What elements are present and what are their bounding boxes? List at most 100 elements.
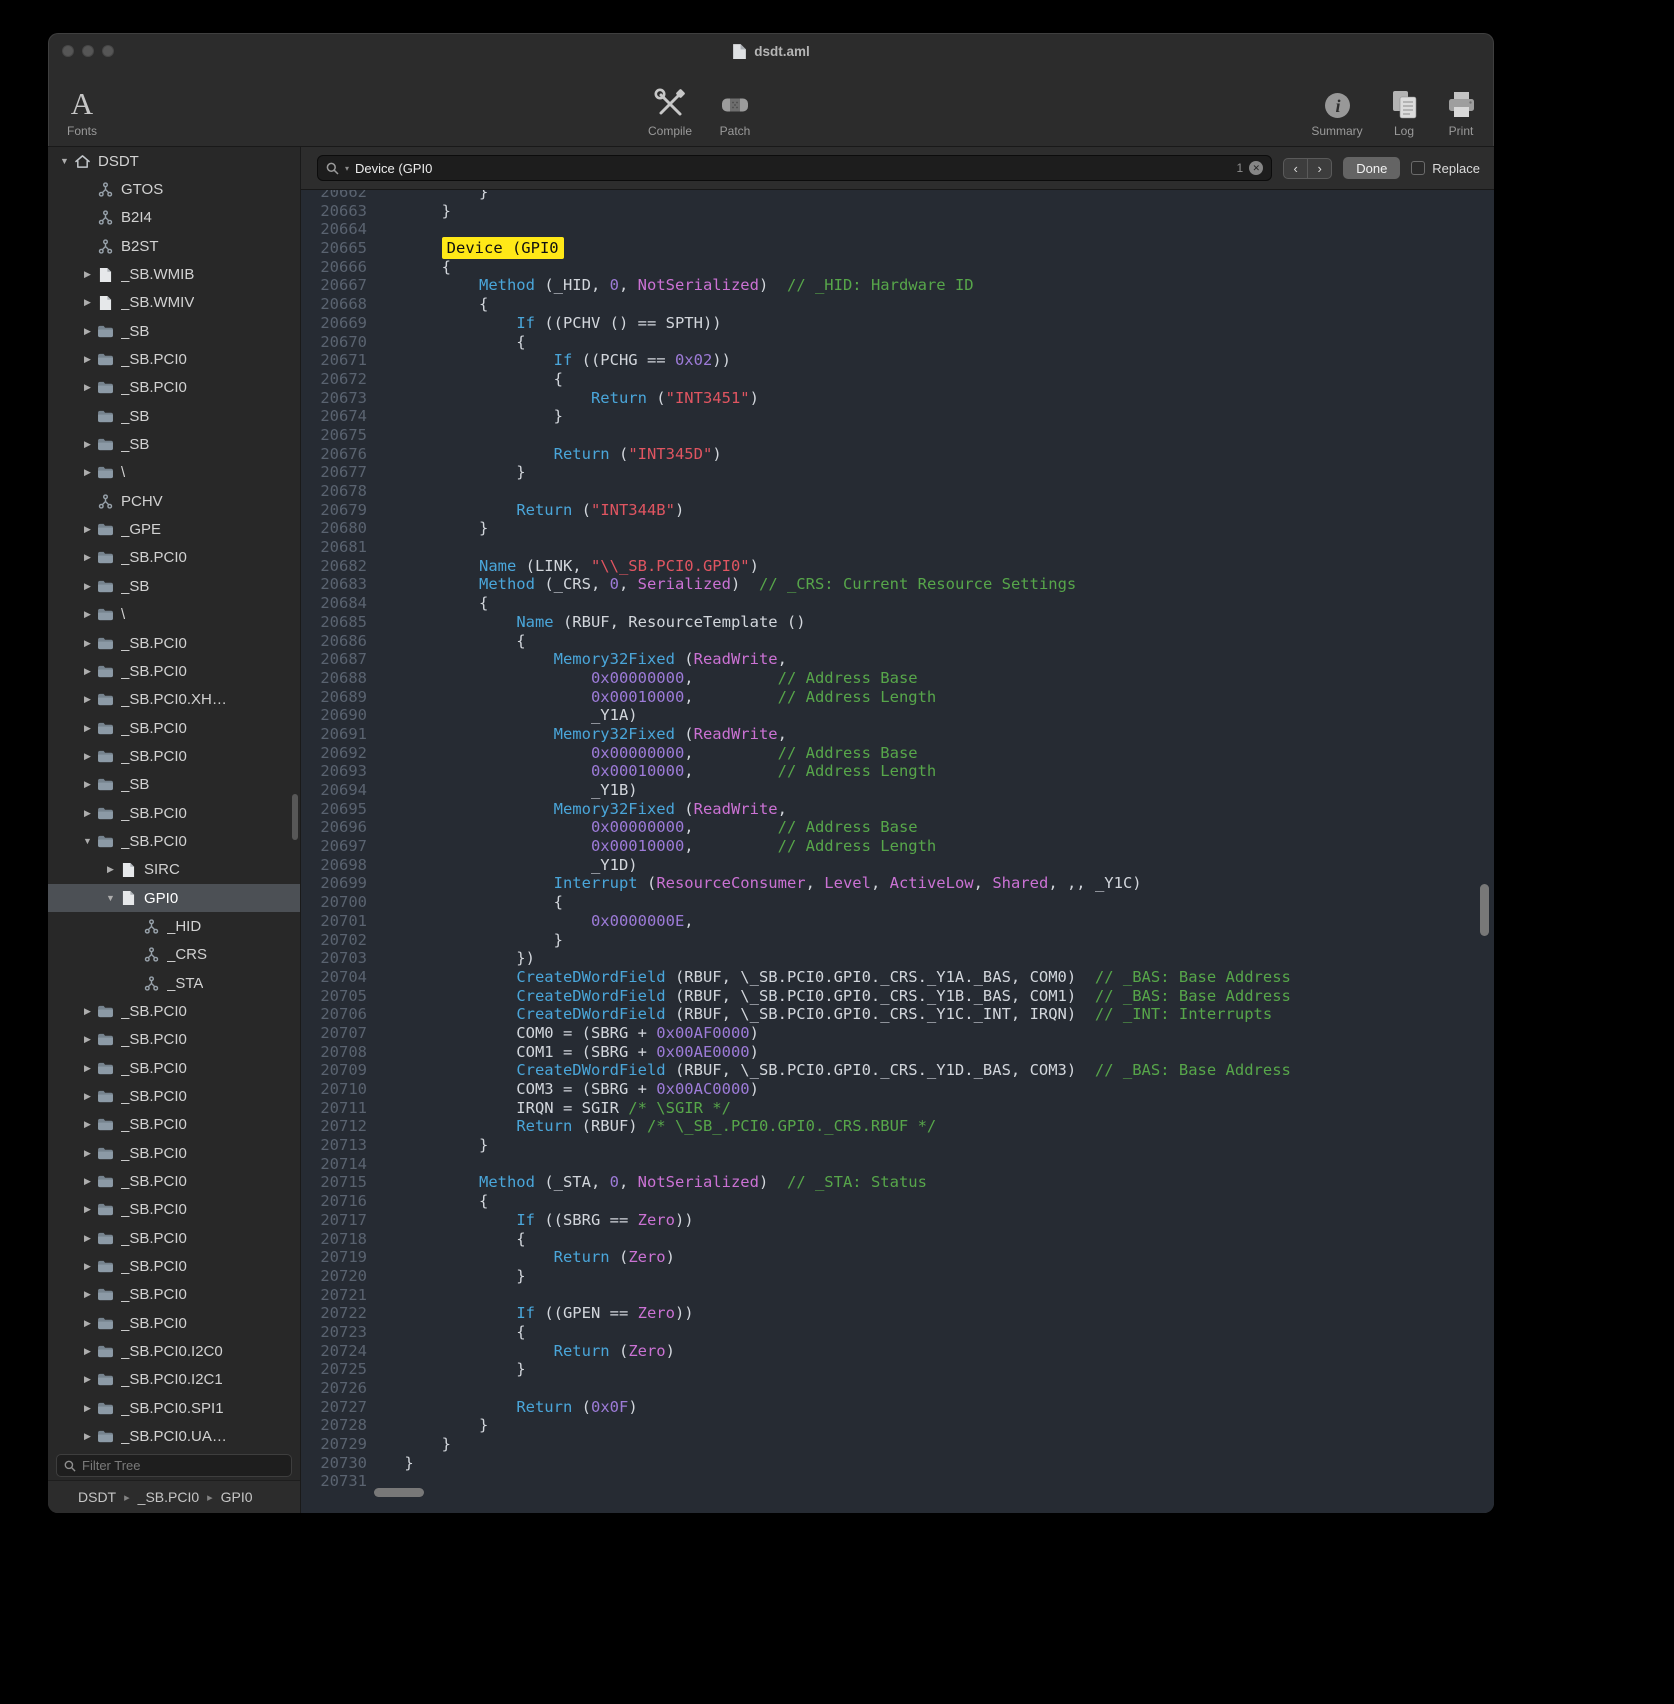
disclosure-closed-icon[interactable]: ▶	[80, 1318, 95, 1329]
tree-item[interactable]: ▶_SB.PCI0.XH…	[48, 686, 300, 714]
tree-item[interactable]: ▶_SB.PCI0	[48, 799, 300, 827]
disclosure-closed-icon[interactable]: ▶	[80, 467, 95, 478]
tree-item[interactable]: ▶_SB.PCI0	[48, 742, 300, 770]
disclosure-closed-icon[interactable]: ▶	[80, 439, 95, 450]
tree-item[interactable]: ▶\	[48, 459, 300, 487]
tree-item[interactable]: ▶_SB.PCI0	[48, 1139, 300, 1167]
disclosure-closed-icon[interactable]: ▶	[80, 1176, 95, 1187]
tree-item[interactable]: ▶_SB.PCI0.I2C0	[48, 1337, 300, 1365]
disclosure-closed-icon[interactable]: ▶	[80, 354, 95, 365]
disclosure-closed-icon[interactable]: ▶	[80, 1261, 95, 1272]
disclosure-closed-icon[interactable]: ▶	[80, 1403, 95, 1414]
tree-item[interactable]: ▶_SB.PCI0	[48, 629, 300, 657]
tree-item[interactable]: ▶_SB.PCI0	[48, 1111, 300, 1139]
vertical-scrollbar[interactable]	[1480, 884, 1489, 936]
tree-item[interactable]: ▶_SB.PCI0	[48, 1167, 300, 1195]
disclosure-closed-icon[interactable]: ▶	[80, 1233, 95, 1244]
filter-tree-input[interactable]: Filter Tree	[56, 1454, 292, 1477]
tree-item[interactable]: ▶_SB.PCI0	[48, 1054, 300, 1082]
summary-button[interactable]: i Summary	[1306, 74, 1368, 138]
disclosure-closed-icon[interactable]: ▶	[80, 524, 95, 535]
log-button[interactable]: Log	[1384, 74, 1424, 138]
disclosure-closed-icon[interactable]: ▶	[80, 581, 95, 592]
tree-item[interactable]: ▶_SB.PCI0.SPI1	[48, 1394, 300, 1422]
tree-item[interactable]: B2I4	[48, 204, 300, 232]
patch-button[interactable]: Patch	[708, 74, 762, 138]
breadcrumb-item[interactable]: DSDT	[78, 1489, 116, 1505]
tree-item[interactable]: ▶_SB	[48, 572, 300, 600]
disclosure-closed-icon[interactable]: ▶	[80, 1034, 95, 1045]
tree-item[interactable]: ▶_GPE	[48, 515, 300, 543]
tree-item[interactable]: ▶_SB.WMIB	[48, 260, 300, 288]
disclosure-closed-icon[interactable]: ▶	[80, 1148, 95, 1159]
tree-item[interactable]: PCHV	[48, 487, 300, 515]
tree-item[interactable]: ▶_SB.PCI0	[48, 374, 300, 402]
find-next-button[interactable]: ›	[1307, 158, 1332, 179]
breadcrumb-item[interactable]: GPI0	[221, 1489, 253, 1505]
disclosure-open-icon[interactable]: ▼	[57, 156, 72, 166]
disclosure-closed-icon[interactable]: ▶	[80, 1431, 95, 1442]
disclosure-closed-icon[interactable]: ▶	[80, 1289, 95, 1300]
tree-item[interactable]: ▶_SB.PCI0	[48, 544, 300, 572]
disclosure-closed-icon[interactable]: ▶	[80, 779, 95, 790]
disclosure-closed-icon[interactable]: ▶	[80, 1374, 95, 1385]
disclosure-closed-icon[interactable]: ▶	[80, 638, 95, 649]
disclosure-closed-icon[interactable]: ▶	[80, 723, 95, 734]
disclosure-closed-icon[interactable]: ▶	[80, 666, 95, 677]
horizontal-scrollbar[interactable]	[374, 1488, 424, 1497]
tree-item[interactable]: ▶_SB.PCI0	[48, 714, 300, 742]
tree-item[interactable]: ▶_SB.PCI0.UA…	[48, 1422, 300, 1450]
disclosure-closed-icon[interactable]: ▶	[80, 609, 95, 620]
tree-item[interactable]: B2ST	[48, 232, 300, 260]
tree-item[interactable]: ▶_SB	[48, 771, 300, 799]
tree-item[interactable]: ▼GPI0	[48, 884, 300, 912]
disclosure-closed-icon[interactable]: ▶	[80, 1346, 95, 1357]
find-previous-button[interactable]: ‹	[1283, 158, 1308, 179]
disclosure-closed-icon[interactable]: ▶	[80, 1063, 95, 1074]
tree-item[interactable]: _HID	[48, 912, 300, 940]
tree-item[interactable]: ▶_SB	[48, 317, 300, 345]
disclosure-closed-icon[interactable]: ▶	[80, 1204, 95, 1215]
tree-item[interactable]: ▶\	[48, 601, 300, 629]
disclosure-closed-icon[interactable]: ▶	[80, 552, 95, 563]
print-button[interactable]: Print	[1440, 74, 1482, 138]
code-editor[interactable]: 20662 }20663 }2066420665 Device (GPI0206…	[301, 190, 1494, 1513]
tree-item[interactable]: ▶SIRC	[48, 856, 300, 884]
disclosure-closed-icon[interactable]: ▶	[80, 1091, 95, 1102]
disclosure-closed-icon[interactable]: ▶	[103, 864, 118, 875]
tree-item[interactable]: ▶_SB.PCI0	[48, 1082, 300, 1110]
disclosure-closed-icon[interactable]: ▶	[80, 751, 95, 762]
replace-toggle[interactable]: Replace	[1411, 161, 1480, 176]
tree-item[interactable]: ▶_SB	[48, 430, 300, 458]
tree-item[interactable]: ▶_SB.PCI0	[48, 1196, 300, 1224]
disclosure-closed-icon[interactable]: ▶	[80, 694, 95, 705]
tree-item[interactable]: _CRS	[48, 941, 300, 969]
tree-item[interactable]: ▶_SB.PCI0	[48, 997, 300, 1025]
tree-item[interactable]: ▶_SB.PCI0	[48, 1281, 300, 1309]
tree-item[interactable]: ▼DSDT	[48, 147, 300, 175]
tree-item[interactable]: _STA	[48, 969, 300, 997]
find-input[interactable]: ▾ Device (GPI0 1 ✕	[317, 155, 1272, 181]
disclosure-closed-icon[interactable]: ▶	[80, 297, 95, 308]
disclosure-closed-icon[interactable]: ▶	[80, 382, 95, 393]
tree-item[interactable]: ▶_SB.PCI0	[48, 1252, 300, 1280]
tree-item[interactable]: ▶_SB.PCI0	[48, 657, 300, 685]
tree-item[interactable]: _SB	[48, 402, 300, 430]
tree-item[interactable]: ▶_SB.PCI0	[48, 1309, 300, 1337]
disclosure-closed-icon[interactable]: ▶	[80, 1006, 95, 1017]
disclosure-closed-icon[interactable]: ▶	[80, 326, 95, 337]
fonts-button[interactable]: A Fonts	[60, 74, 104, 138]
disclosure-open-icon[interactable]: ▼	[80, 836, 95, 846]
disclosure-open-icon[interactable]: ▼	[103, 893, 118, 903]
clear-search-icon[interactable]: ✕	[1249, 161, 1263, 175]
tree-item[interactable]: ▶_SB.PCI0	[48, 1026, 300, 1054]
done-button[interactable]: Done	[1343, 157, 1400, 179]
breadcrumb-item[interactable]: _SB.PCI0	[138, 1489, 199, 1505]
replace-checkbox[interactable]	[1411, 161, 1425, 175]
tree-item[interactable]: ▶_SB.PCI0	[48, 1224, 300, 1252]
compile-button[interactable]: Compile	[640, 74, 700, 138]
tree-item[interactable]: ▶_SB.WMIV	[48, 289, 300, 317]
sidebar-scrollbar[interactable]	[292, 794, 298, 840]
disclosure-closed-icon[interactable]: ▶	[80, 269, 95, 280]
disclosure-closed-icon[interactable]: ▶	[80, 1119, 95, 1130]
